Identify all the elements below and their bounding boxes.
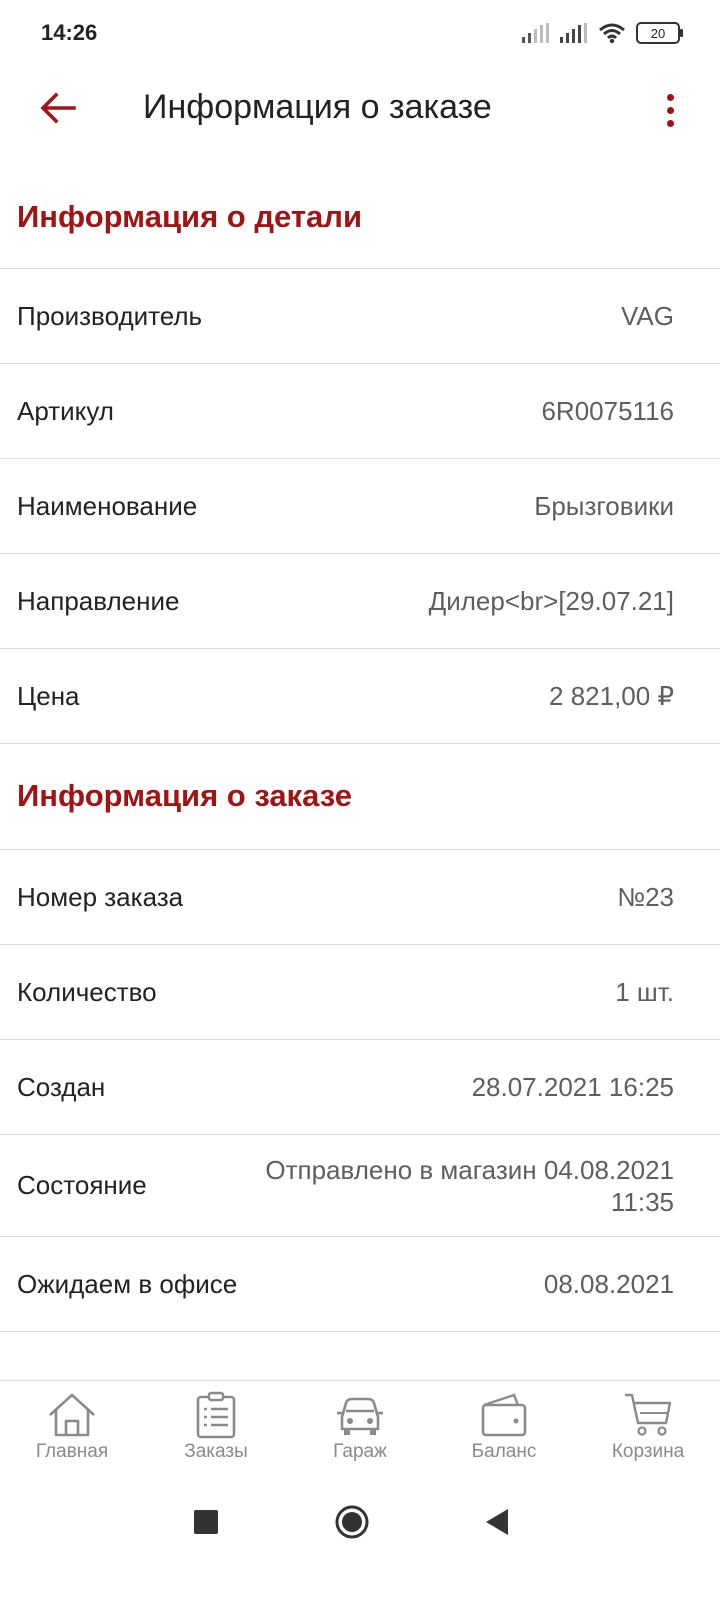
home-icon <box>49 1393 95 1437</box>
bottom-nav: Главная Заказы Гараж Баланс Корзина <box>0 1380 720 1477</box>
signal-icon <box>522 23 549 43</box>
nav-label: Баланс <box>471 1441 537 1462</box>
row-price: Цена 2 821,00 ₽ <box>0 649 720 744</box>
status-icons: 20 <box>522 22 683 44</box>
battery-level: 20 <box>650 25 666 41</box>
row-value: 1 шт. <box>615 977 674 1007</box>
row-value: Отправлено в магазин 04.08.2021 11:35 <box>265 1154 674 1218</box>
row-quantity: Количество 1 шт. <box>0 945 720 1040</box>
nav-item-garage[interactable]: Гараж <box>288 1381 432 1477</box>
row-manufacturer: Производитель VAG <box>0 269 720 364</box>
order-details: Информация о детали Производитель VAG Ар… <box>0 175 720 1332</box>
home-system-button[interactable] <box>334 1504 370 1545</box>
row-label: Номер заказа <box>17 881 184 912</box>
status-time: 14:26 <box>41 20 98 45</box>
row-label: Состояние <box>17 1170 147 1200</box>
section-title-part: Информация о детали <box>0 175 720 269</box>
nav-label: Гараж <box>333 1441 387 1462</box>
more-vert-icon <box>666 93 674 101</box>
triangle-back-icon <box>486 1509 508 1535</box>
recent-apps-button[interactable] <box>194 1510 218 1539</box>
wallet-icon <box>481 1393 527 1437</box>
more-menu-button[interactable] <box>650 82 690 138</box>
page-title: Информация о заказе <box>143 88 492 126</box>
nav-item-orders[interactable]: Заказы <box>144 1381 288 1477</box>
row-label: Направление <box>17 585 180 616</box>
row-status: Состояние Отправлено в магазин 04.08.202… <box>0 1135 720 1237</box>
row-value: 2 821,00 ₽ <box>549 681 674 711</box>
nav-label: Корзина <box>611 1441 685 1462</box>
row-article: Артикул 6R0075116 <box>0 364 720 459</box>
row-label: Количество <box>17 976 157 1007</box>
square-icon <box>194 1510 218 1534</box>
row-label: Производитель <box>17 300 203 331</box>
row-label: Цена <box>17 680 80 711</box>
row-value: 6R0075116 <box>541 396 674 426</box>
more-vert-dot <box>666 119 674 127</box>
nav-item-balance[interactable]: Баланс <box>432 1381 576 1477</box>
row-value: Дилер<br>[29.07.21] <box>428 586 674 616</box>
row-label: Наименование <box>17 490 198 521</box>
nav-item-cart[interactable]: Корзина <box>576 1381 720 1477</box>
row-expected: Ожидаем в офисе 08.08.2021 <box>0 1237 720 1332</box>
row-label: Ожидаем в офисе <box>17 1268 238 1299</box>
circle-icon <box>335 1505 369 1539</box>
back-system-button[interactable] <box>484 1508 510 1541</box>
row-label: Артикул <box>17 395 114 426</box>
row-value: Брызговики <box>534 491 674 521</box>
more-vert-dot <box>666 106 674 114</box>
row-name: Наименование Брызговики <box>0 459 720 554</box>
row-value: VAG <box>621 301 674 331</box>
wifi-icon <box>599 23 625 44</box>
battery-icon: 20 <box>636 22 683 44</box>
row-value: 28.07.2021 16:25 <box>471 1072 674 1102</box>
nav-label: Заказы <box>184 1441 248 1462</box>
cart-icon <box>625 1393 672 1436</box>
signal-icon <box>560 23 587 43</box>
status-line-1: Отправлено в магазин 04.08.2021 <box>265 1154 674 1185</box>
nav-item-home[interactable]: Главная <box>0 1381 144 1477</box>
row-created: Создан 28.07.2021 16:25 <box>0 1040 720 1135</box>
back-button[interactable] <box>30 80 86 136</box>
car-icon <box>337 1397 383 1435</box>
section-title-order: Информация о заказе <box>0 744 720 850</box>
row-value: №23 <box>617 882 674 912</box>
arrow-left-icon <box>40 92 76 124</box>
row-label: Создан <box>17 1071 106 1102</box>
row-order-number: Номер заказа №23 <box>0 850 720 945</box>
app-bar: Информация о заказе <box>0 70 720 150</box>
status-bar: 14:26 20 <box>0 0 720 70</box>
nav-label: Главная <box>35 1441 109 1462</box>
system-nav-bar <box>0 1476 720 1600</box>
status-line-2: 11:35 <box>610 1186 674 1217</box>
orders-icon <box>196 1391 236 1439</box>
row-direction: Направление Дилер<br>[29.07.21] <box>0 554 720 649</box>
row-value: 08.08.2021 <box>543 1269 674 1299</box>
